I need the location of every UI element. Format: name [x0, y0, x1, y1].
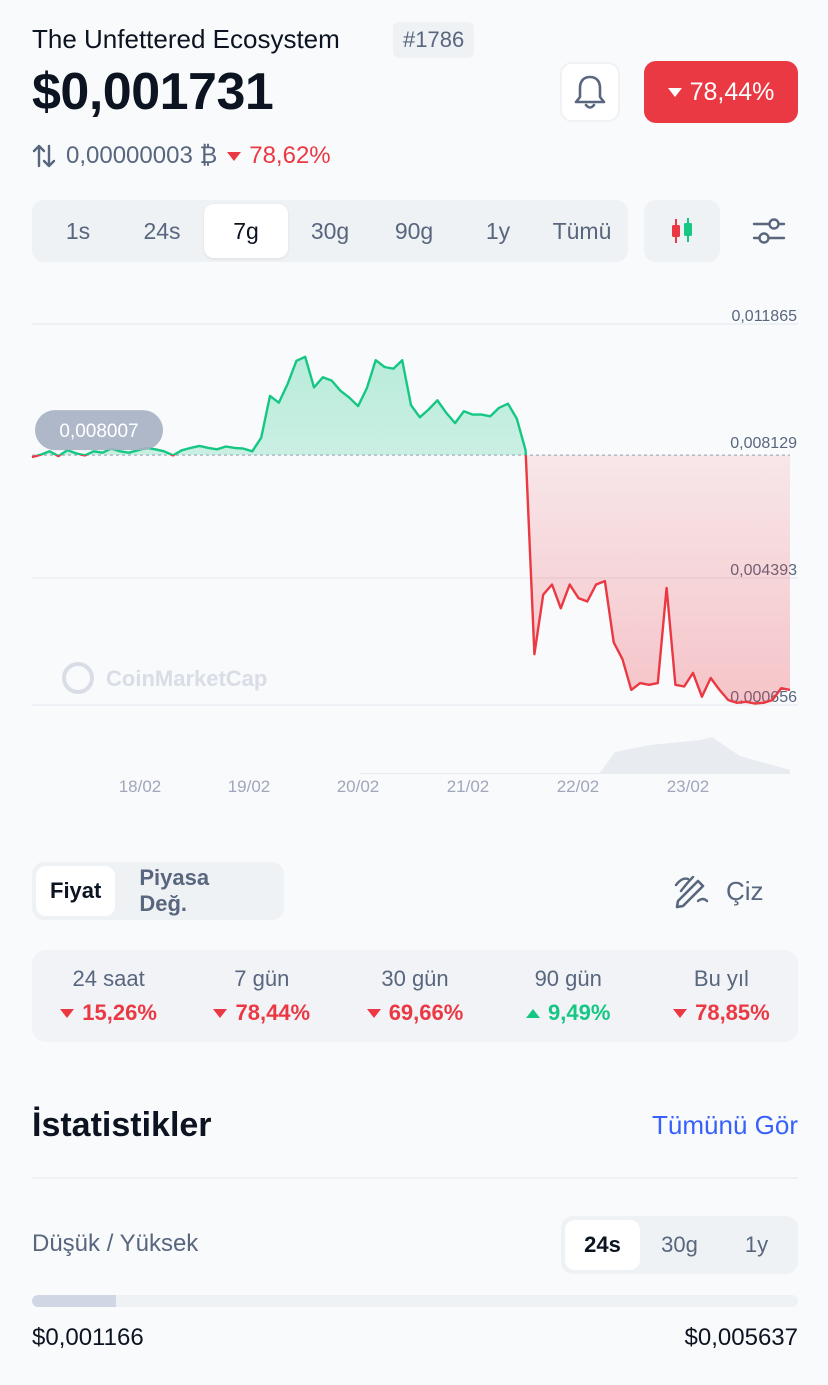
performance-value-text: 15,26%	[82, 1000, 157, 1025]
range-tab[interactable]: 24s	[120, 204, 204, 258]
btc-change: 78,62%	[227, 142, 331, 170]
watermark-text: CoinMarketCap	[106, 666, 267, 691]
price-chart[interactable]: 0,0118650,0081290,0043930,000656CoinMark…	[0, 290, 828, 810]
btc-price-row: 0,00000003 ₿ 78,62%	[32, 140, 331, 172]
bell-icon	[574, 75, 606, 109]
draw-pencil-icon	[674, 875, 709, 909]
performance-item: Bu yıl 78,85%	[645, 950, 798, 1042]
up-triangle-icon	[526, 1008, 541, 1018]
low-high-tab[interactable]: 24s	[565, 1220, 640, 1270]
performance-label: Bu yıl	[693, 966, 749, 991]
low-high-tab[interactable]: 1y	[719, 1220, 794, 1270]
low-value: $0,001166	[32, 1324, 144, 1351]
metric-tab[interactable]: Piyasa Değ.	[119, 865, 280, 916]
performance-value-text: 78,85%	[695, 1000, 770, 1025]
stats-title: İstatistikler	[32, 1106, 212, 1144]
coinmarketcap-logo-icon	[62, 662, 94, 694]
draw-label: Çiz	[726, 875, 764, 906]
time-range-tabs: 1s 24s 7g 30g 90g 1y Tümü	[32, 200, 628, 262]
low-high-tab[interactable]: 30g	[642, 1220, 717, 1270]
current-price: $0,001731	[32, 63, 274, 121]
price-alert-button[interactable]	[560, 62, 620, 122]
y-tick-label: 0,011865	[731, 308, 797, 325]
down-triangle-icon	[213, 1008, 228, 1018]
performance-item: 30 gün 69,66%	[338, 950, 491, 1042]
draw-button[interactable]: Çiz	[672, 868, 764, 914]
performance-item: 90 gün 9,49%	[492, 950, 645, 1042]
performance-label: 7 gün	[234, 966, 290, 991]
performance-label: 30 gün	[381, 966, 449, 991]
coin-name: The Unfettered Ecosystem	[32, 24, 340, 54]
metric-tab[interactable]: Fiyat	[36, 866, 116, 916]
high-value: $0,005637	[684, 1324, 798, 1351]
performance-value: 78,85%	[673, 1000, 770, 1026]
btc-price: 0,00000003 ₿	[66, 142, 218, 169]
down-triangle-icon	[366, 1008, 381, 1018]
performance-value-text: 69,66%	[388, 1000, 464, 1025]
performance-value-text: 9,49%	[548, 1000, 611, 1025]
x-tick-label: 19/02	[228, 777, 271, 796]
range-tab[interactable]: 30g	[288, 204, 372, 258]
chart-settings-button[interactable]	[740, 200, 798, 262]
swap-vertical-icon	[32, 144, 56, 168]
range-tab[interactable]: 1y	[456, 204, 540, 258]
price-change-badge[interactable]: 78,44%	[644, 61, 798, 123]
range-tab[interactable]: 1s	[36, 204, 120, 258]
performance-value: 69,66%	[366, 1000, 464, 1026]
x-tick-label: 18/02	[119, 777, 162, 796]
low-high-label: Düşük / Yüksek	[32, 1230, 199, 1257]
performance-value-text: 78,44%	[235, 1000, 311, 1025]
range-tab[interactable]: Tümü	[540, 204, 624, 258]
down-triangle-icon	[673, 1008, 688, 1018]
btc-change-value: 78,62%	[249, 142, 331, 169]
performance-summary: 24 saat 15,26% 7 gün 78,44% 30 gün 69,66% 90 g…	[32, 950, 798, 1042]
down-triangle-icon	[60, 1008, 75, 1018]
performance-value: 9,49%	[526, 1000, 610, 1026]
price-change-value: 78,44%	[689, 77, 775, 106]
chart-metric-tabs: Fiyat Piyasa Değ.	[32, 862, 284, 920]
down-triangle-icon	[227, 151, 242, 161]
y-tick-label: 0,008129	[730, 435, 797, 452]
x-tick-label: 22/02	[557, 777, 600, 796]
x-tick-label: 23/02	[667, 777, 710, 796]
down-triangle-icon	[667, 87, 682, 97]
performance-value: 15,26%	[60, 1000, 157, 1026]
divider	[32, 1177, 798, 1179]
candlestick-icon	[672, 218, 692, 243]
low-high-range-tabs: 24s 30g 1y	[561, 1216, 798, 1274]
x-tick-label: 21/02	[447, 777, 490, 796]
range-tab[interactable]: 7g	[204, 204, 288, 258]
rank-badge: #1786	[393, 22, 475, 58]
low-high-range-fill	[32, 1295, 117, 1307]
performance-label: 90 gün	[534, 966, 602, 991]
low-high-range-bar	[32, 1295, 798, 1307]
baseline-value-label: 0,008007	[59, 421, 138, 442]
performance-label: 24 saat	[72, 966, 145, 991]
candlestick-toggle-button[interactable]	[644, 200, 720, 262]
volume-area	[360, 737, 790, 774]
x-tick-label: 20/02	[337, 777, 380, 796]
see-all-link[interactable]: Tümünü Gör	[630, 1110, 798, 1141]
sliders-icon	[752, 218, 786, 244]
performance-item: 24 saat 15,26%	[32, 950, 185, 1042]
performance-item: 7 gün 78,44%	[185, 950, 338, 1042]
performance-value: 78,44%	[213, 1000, 310, 1026]
range-tab[interactable]: 90g	[372, 204, 456, 258]
